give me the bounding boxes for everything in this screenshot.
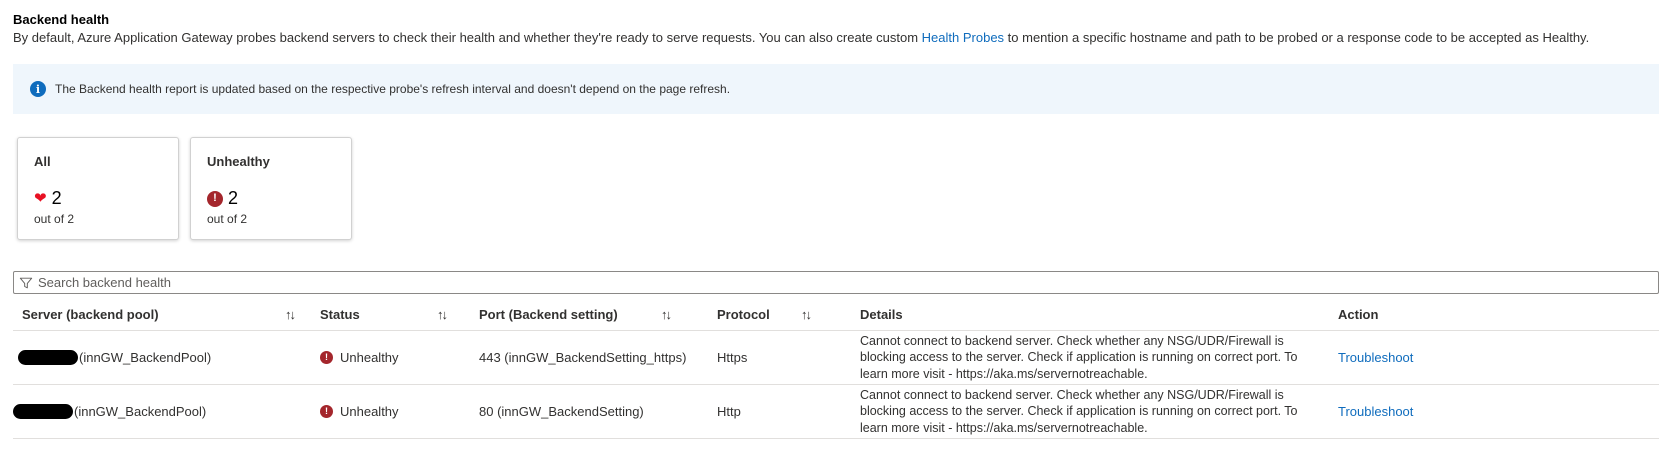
page-title: Backend health [13,12,110,27]
column-header-details: Details [860,307,903,322]
description-text-after: to mention a specific hostname and path … [1004,30,1590,45]
search-box[interactable] [13,271,1659,294]
action-cell: Troubleshoot [1338,385,1413,438]
summary-card-subtext: out of 2 [207,212,248,226]
column-header-action: Action [1338,307,1379,322]
details-cell: Cannot connect to backend server. Check … [860,387,1298,435]
status-text: Unhealthy [340,404,399,419]
info-banner-message: The Backend health report is updated bas… [55,82,731,96]
sort-icon[interactable]: ↑↓ [661,299,672,330]
sort-icon[interactable]: ↑↓ [437,299,448,330]
table-header-row: Server (backend pool) ↑↓ Status ↑↓ Port … [13,299,1659,331]
summary-card-title: Unhealthy [207,154,270,169]
summary-card-count: ❤ 2 [34,188,62,209]
description-text-before: By default, Azure Application Gateway pr… [13,30,922,45]
status-text: Unhealthy [340,350,399,365]
table-row: (innGW_BackendPool) ! Unhealthy 443 (inn… [13,331,1659,385]
backend-health-table: Server (backend pool) ↑↓ Status ↑↓ Port … [13,299,1659,439]
health-probes-link[interactable]: Health Probes [922,30,1004,45]
table-row: (innGW_BackendPool) ! Unhealthy 80 (innG… [13,385,1659,439]
server-pool-text: (innGW_BackendPool) [79,350,212,365]
status-cell: ! Unhealthy [320,385,399,438]
error-icon: ! [320,405,333,418]
summary-card-title: All [34,154,51,169]
port-cell: 80 (innGW_BackendSetting) [479,404,644,419]
protocol-cell: Https [717,350,748,365]
error-icon: ! [320,351,333,364]
summary-card-all[interactable]: All ❤ 2 out of 2 [17,137,179,240]
redacted-server-name [13,404,73,419]
server-cell: (innGW_BackendPool) [18,331,211,384]
column-header-protocol[interactable]: Protocol [717,299,770,330]
status-cell: ! Unhealthy [320,331,399,384]
port-cell: 443 (innGW_BackendSetting_https) [479,350,687,365]
info-icon: i [30,81,46,97]
troubleshoot-link[interactable]: Troubleshoot [1338,350,1413,365]
summary-card-count-value: 2 [228,188,239,208]
page-description: By default, Azure Application Gateway pr… [13,30,1589,45]
column-header-status[interactable]: Status [320,299,360,330]
action-cell: Troubleshoot [1338,331,1413,384]
summary-card-unhealthy[interactable]: Unhealthy ! 2 out of 2 [190,137,352,240]
search-input[interactable] [38,275,1538,290]
summary-card-count-value: 2 [51,188,62,208]
redacted-server-name [18,350,78,365]
server-cell: (innGW_BackendPool) [13,385,206,438]
protocol-cell: Http [717,404,741,419]
server-pool-text: (innGW_BackendPool) [74,404,207,419]
column-header-port[interactable]: Port (Backend setting) [479,299,618,330]
heart-icon: ❤ [34,190,47,207]
sort-icon[interactable]: ↑↓ [801,299,812,330]
details-cell: Cannot connect to backend server. Check … [860,333,1298,381]
sort-icon[interactable]: ↑↓ [285,299,296,330]
troubleshoot-link[interactable]: Troubleshoot [1338,404,1413,419]
summary-card-subtext: out of 2 [34,212,75,226]
summary-card-count: ! 2 [207,188,238,209]
info-banner: i The Backend health report is updated b… [13,64,1659,114]
column-header-server[interactable]: Server (backend pool) [22,299,159,330]
error-icon: ! [207,190,223,207]
filter-icon [19,277,33,288]
